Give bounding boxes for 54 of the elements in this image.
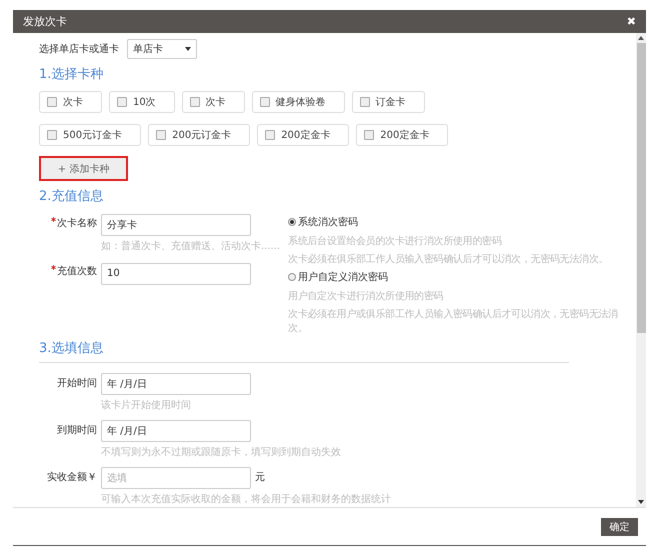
checkbox[interactable] bbox=[47, 130, 57, 140]
option-hint: 次卡必须在用户或俱乐部工作人员输入密码确认后才可以消次，无密码无法消次。 bbox=[288, 308, 619, 335]
section-heading: 1.选择卡种 bbox=[39, 66, 104, 83]
field-label: 选择单店卡或通卡 bbox=[39, 42, 119, 56]
date-input[interactable]: 年 /月/日 bbox=[101, 373, 251, 395]
card-type-option[interactable]: 200定金卡 bbox=[257, 124, 350, 146]
card-type-option[interactable]: 200元订金卡 bbox=[148, 124, 250, 146]
option-hint: 系统后台设置给会员的次卡进行消次所使用的密码 bbox=[288, 234, 502, 248]
field-label: 开始时间 bbox=[56, 376, 97, 391]
radio-option[interactable]: 系统消次密码 bbox=[288, 215, 636, 229]
field-hint: 该卡片开始使用时间 bbox=[101, 398, 192, 412]
date-input[interactable]: 年 /月/日 bbox=[101, 420, 251, 442]
store-type-dropdown[interactable]: 单店卡 bbox=[127, 39, 197, 59]
field-label: 充值次数 bbox=[39, 261, 97, 283]
card-type-option[interactable]: 500元订金卡 bbox=[39, 124, 142, 146]
checkbox[interactable] bbox=[156, 130, 166, 140]
checkbox[interactable] bbox=[364, 130, 374, 140]
card-type-option[interactable]: 10次 bbox=[109, 91, 175, 113]
card-type-option[interactable]: 健身体验卷 bbox=[252, 91, 345, 113]
field-hint: 可输入本次充值实际收取的金额，将会用于会籍和财务的数据统计 bbox=[101, 492, 391, 506]
checkbox[interactable] bbox=[190, 97, 200, 107]
dialog-title: 发放次卡 bbox=[23, 14, 67, 29]
option-hint: 用户自定次卡进行消次所使用的密码 bbox=[288, 290, 444, 303]
field-hint: 不填写则为永不过期或跟随原卡，填写则到期自动失效 bbox=[101, 446, 341, 459]
card-type-option[interactable]: 次卡 bbox=[39, 91, 102, 113]
confirm-button[interactable]: 确定 bbox=[601, 518, 638, 536]
section-heading: 3.选填信息 bbox=[39, 340, 104, 357]
unit-label: 元 bbox=[255, 471, 265, 485]
checkbox[interactable] bbox=[265, 130, 276, 140]
scroll-up-icon[interactable] bbox=[638, 36, 644, 40]
radio-button[interactable] bbox=[288, 273, 296, 281]
section-heading: 2.充值信息 bbox=[39, 188, 104, 205]
amount-input[interactable]: 选填 bbox=[101, 467, 251, 489]
card-type-option[interactable]: 订金卡 bbox=[352, 91, 425, 113]
option-hint: 次卡必须在俱乐部工作人员输入密码确认后才可以消次，无密码无法消次。 bbox=[288, 252, 610, 266]
field-hint: 如：普通次卡、充值赠送、活动次卡...... bbox=[101, 240, 280, 253]
card-type-option[interactable]: 次卡 bbox=[182, 91, 245, 113]
checkbox[interactable] bbox=[47, 97, 57, 107]
checkbox[interactable] bbox=[360, 97, 370, 107]
text-input[interactable]: 分享卡 bbox=[101, 214, 251, 236]
scrollbar[interactable] bbox=[636, 33, 646, 507]
add-card-type-button[interactable]: + 添加卡种 bbox=[39, 156, 128, 181]
field-label: 实收金额￥ bbox=[46, 470, 97, 485]
card-type-option[interactable]: 200定金卡 bbox=[356, 124, 448, 146]
checkbox[interactable] bbox=[117, 97, 127, 107]
scroll-down-icon[interactable] bbox=[638, 500, 644, 504]
text-input[interactable]: 10 bbox=[101, 262, 251, 284]
field-label: 次卡名称 bbox=[39, 213, 97, 235]
caret-icon[interactable] bbox=[185, 47, 191, 51]
close-button[interactable]: ✖ bbox=[626, 15, 636, 28]
radio-option[interactable]: 用户自定义消次密码 bbox=[288, 270, 636, 284]
checkbox[interactable] bbox=[260, 97, 270, 107]
field-label: 到期时间 bbox=[56, 424, 97, 438]
radio-button[interactable] bbox=[288, 218, 296, 226]
